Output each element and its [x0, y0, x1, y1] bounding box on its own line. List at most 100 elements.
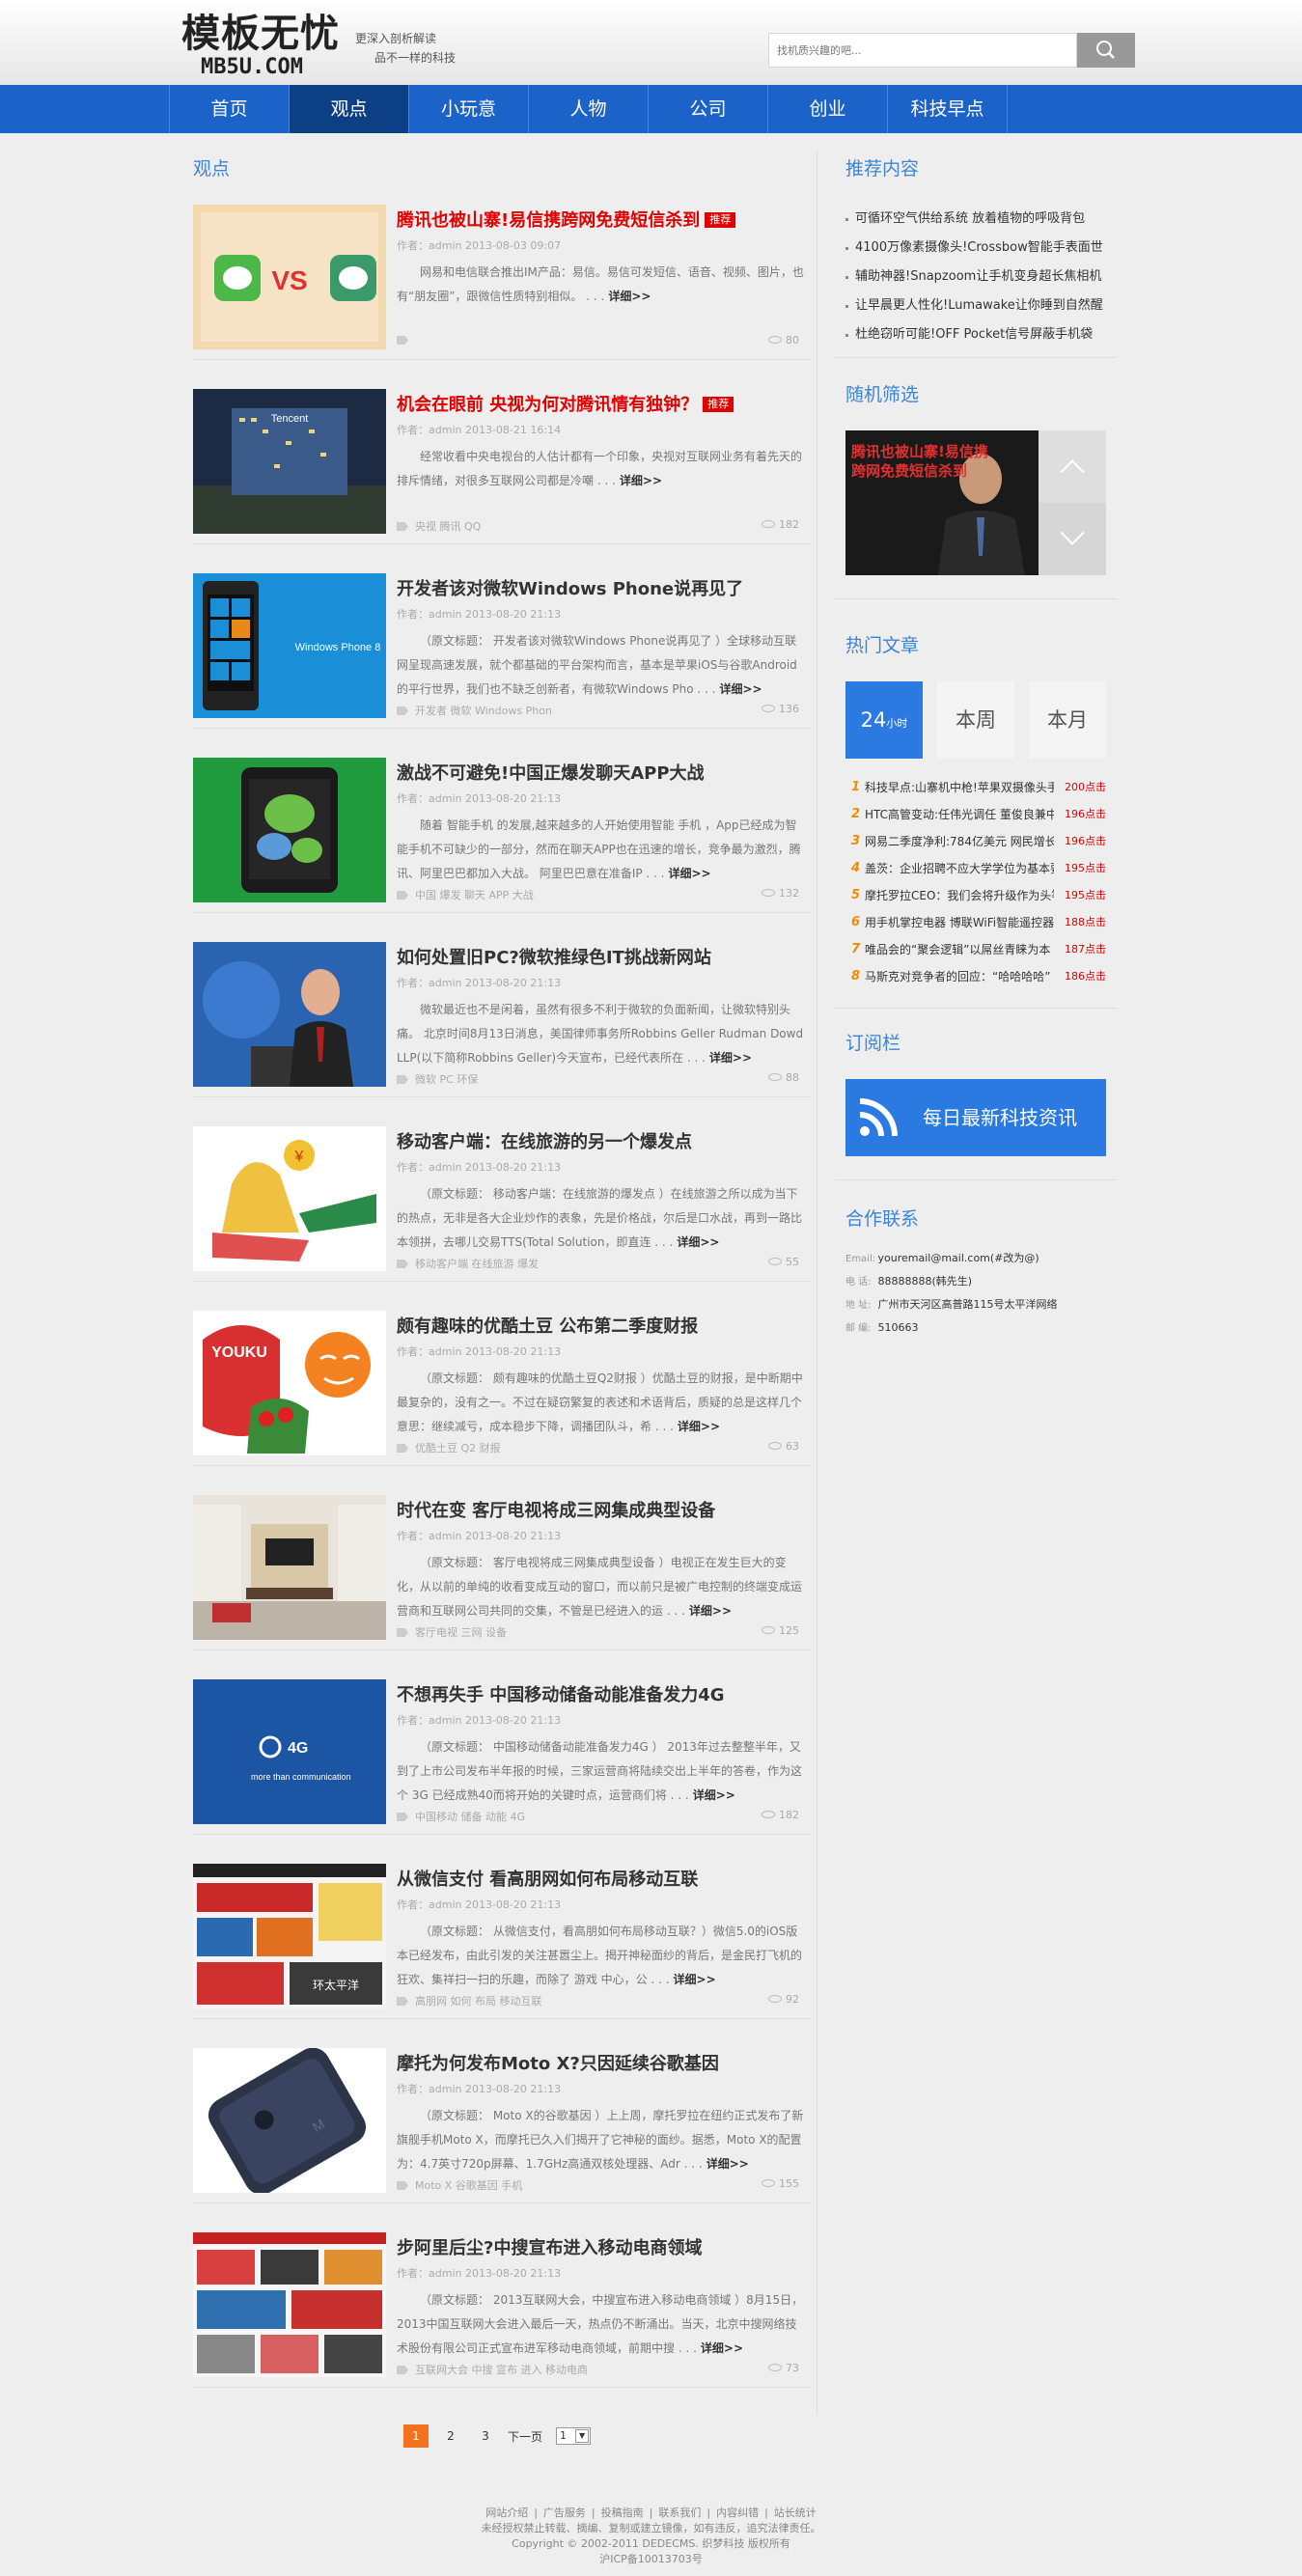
list-item[interactable]: 8 马斯克对竞争者的回应：“哈哈哈哈” 186点击 [845, 964, 1106, 991]
article-tags[interactable]: 中国移动 储备 动能 4G [415, 1811, 525, 1823]
article-title[interactable]: 颇有趣味的优酷土豆 公布第二季度财报 [397, 1313, 698, 1338]
article-thumbnail[interactable]: M [193, 2048, 386, 2193]
article-title-text[interactable]: 机会在眼前 央视为何对腾讯情有独钟？ [397, 395, 698, 415]
tab-month[interactable]: 本月 [1029, 681, 1106, 759]
footer-link[interactable]: 投稿指南 [601, 2507, 644, 2519]
read-more-link[interactable]: 详细>> [701, 2341, 743, 2355]
page-3-link[interactable]: 3 [473, 2424, 498, 2448]
page-1-link[interactable]: 1 [403, 2424, 429, 2448]
list-item[interactable]: 5 摩托罗拉CEO：我们会将升级作为头等大事 195点击 [845, 883, 1106, 910]
list-item[interactable]: 2 HTC高管变动:任伟光调任 董俊良兼中国区总裁 196点击 [845, 802, 1106, 829]
read-more-link[interactable]: 详细>> [689, 1604, 732, 1618]
nav-item-home[interactable]: 首页 [170, 85, 290, 133]
footer-link[interactable]: 网站介绍 [485, 2507, 528, 2519]
scroll-up-button[interactable] [1039, 430, 1106, 503]
list-item[interactable]: 杜绝窃听可能!OFF Pocket信号屏蔽手机袋 [845, 322, 1106, 351]
hot-article-title[interactable]: 科技早点:山寨机中枪!苹果双摄像头手机曝光 [865, 775, 1054, 800]
article-tags[interactable]: 高朋网 如何 布局 移动互联 [415, 1995, 542, 2008]
article-thumbnail[interactable]: 4G more than communication [193, 1679, 386, 1824]
article-tags[interactable]: 移动客户端 在线旅游 爆发 [415, 1258, 539, 1270]
logo-english[interactable]: MB5U.COM [201, 56, 303, 79]
article-thumbnail[interactable] [193, 758, 386, 902]
list-item[interactable]: 6 用手机掌控电器 博联WiFi智能遥控器发布 188点击 [845, 910, 1106, 937]
article-title[interactable]: 开发者该对微软Windows Phone说再见了 [397, 575, 743, 600]
article-tags[interactable]: 互联网大会 中搜 宣布 进入 移动电商 [415, 2364, 588, 2376]
footer-link[interactable]: 广告服务 [543, 2507, 586, 2519]
read-more-link[interactable]: 详细>> [620, 474, 662, 487]
list-item[interactable]: 可循环空气供给系统 放着植物的呼吸背包 [845, 207, 1106, 235]
article-thumbnail[interactable] [193, 2232, 386, 2377]
article-title[interactable]: 步阿里后尘?中搜宣布进入移动电商领域 [397, 2234, 702, 2259]
article-tags[interactable]: 客厅电视 三网 设备 [415, 1626, 507, 1639]
footer-link[interactable]: 站长统计 [774, 2507, 817, 2519]
list-item[interactable]: 辅助神器!Snapzoom让手机变身超长焦相机 [845, 264, 1106, 293]
article-tags[interactable]: 优酷土豆 Q2 财报 [415, 1442, 501, 1454]
article-title[interactable]: 时代在变 客厅电视将成三网集成典型设备 [397, 1497, 715, 1522]
article-thumbnail[interactable] [193, 942, 386, 1087]
article-thumbnail[interactable]: 环太平洋 [193, 1864, 386, 2008]
article-tags[interactable]: 开发者 微软 Windows Phon [415, 705, 552, 717]
article-title[interactable]: 如何处置旧PC?微软推绿色IT挑战新网站 [397, 944, 711, 969]
logo-chinese[interactable]: 模板无忧 [181, 12, 340, 56]
nav-item-gadgets[interactable]: 小玩意 [409, 85, 529, 133]
list-item[interactable]: 7 唯品会的“聚会逻辑”以屌丝青睐为本 187点击 [845, 937, 1106, 964]
nav-item-people[interactable]: 人物 [529, 85, 649, 133]
read-more-link[interactable]: 详细>> [719, 682, 762, 696]
tab-24h[interactable]: 24小时 [845, 681, 923, 759]
read-more-link[interactable]: 详细>> [709, 1051, 752, 1065]
article-thumbnail[interactable]: ¥ [193, 1126, 386, 1271]
footer-icp[interactable]: 沪ICP备10013703号 [0, 2552, 1302, 2567]
contact-email[interactable]: youremail@mail.com(#改为@) [878, 1252, 1039, 1264]
list-item[interactable]: 1 科技早点:山寨机中枪!苹果双摄像头手机曝光 200点击 [845, 775, 1106, 802]
read-more-link[interactable]: 详细>> [706, 2157, 749, 2171]
hot-article-title[interactable]: 马斯克对竞争者的回应：“哈哈哈哈” [865, 964, 1054, 989]
article-tags[interactable]: 中国 爆发 聊天 APP 大战 [415, 889, 534, 901]
list-item[interactable]: 让早晨更人性化!Lumawake让你睡到自然醒 [845, 293, 1106, 322]
read-more-link[interactable]: 详细>> [678, 1420, 720, 1433]
list-item[interactable]: 4100万像素摄像头!Crossbow智能手表面世 [845, 235, 1106, 264]
random-article-caption[interactable]: 腾讯也被山寨!易信携跨网免费短信杀到 [851, 442, 996, 481]
hot-article-title[interactable]: 唯品会的“聚会逻辑”以屌丝青睐为本 [865, 937, 1054, 962]
hot-article-title[interactable]: 用手机掌控电器 博联WiFi智能遥控器发布 [865, 910, 1054, 935]
read-more-link[interactable]: 详细>> [608, 290, 651, 303]
article-thumbnail[interactable]: YOUKU [193, 1311, 386, 1455]
search-input[interactable] [768, 33, 1077, 68]
article-thumbnail[interactable]: Tencent [193, 389, 386, 534]
article-title[interactable]: 移动客户端：在线旅游的另一个爆发点 [397, 1128, 692, 1153]
next-page-link[interactable]: 下一页 [508, 2428, 542, 2445]
article-title[interactable]: 从微信支付 看高朋网如何布局移动互联 [397, 1866, 698, 1891]
hot-article-title[interactable]: 摩托罗拉CEO：我们会将升级作为头等大事 [865, 883, 1054, 908]
page-2-link[interactable]: 2 [438, 2424, 463, 2448]
article-title[interactable]: 机会在眼前 央视为何对腾讯情有独钟？ 推荐 [397, 391, 734, 416]
list-item[interactable]: 4 盖茨：企业招聘不应大学学位为基本要求 195点击 [845, 856, 1106, 883]
read-more-link[interactable]: 详细>> [668, 867, 710, 880]
article-title[interactable]: 摩托为何发布Moto X?只因延续谷歌基因 [397, 2050, 719, 2075]
tab-week[interactable]: 本周 [937, 681, 1014, 759]
footer-link[interactable]: 内容纠错 [716, 2507, 759, 2519]
nav-item-tech-morning[interactable]: 科技早点 [888, 85, 1008, 133]
article-thumbnail[interactable] [193, 1495, 386, 1640]
scroll-down-button[interactable] [1039, 503, 1106, 575]
footer-link[interactable]: 联系我们 [658, 2507, 701, 2519]
hot-article-title[interactable]: 网易二季度净利:784亿美元 网民增长放缓 [865, 829, 1054, 854]
article-tags[interactable]: 央视 腾讯 QQ [415, 520, 481, 533]
article-thumbnail[interactable]: Windows Phone 8 [193, 573, 386, 718]
subscribe-button[interactable]: 每日最新科技资讯 [845, 1079, 1106, 1156]
random-article-image[interactable]: 腾讯也被山寨!易信携跨网免费短信杀到 [845, 430, 1039, 575]
hot-article-title[interactable]: HTC高管变动:任伟光调任 董俊良兼中国区总裁 [865, 802, 1054, 827]
nav-item-company[interactable]: 公司 [649, 85, 768, 133]
article-tags[interactable]: 微软 PC 环保 [415, 1073, 478, 1086]
page-select[interactable]: 1 ▼ [556, 2427, 592, 2445]
article-title[interactable]: 激战不可避免!中国正爆发聊天APP大战 [397, 760, 705, 785]
nav-item-startup[interactable]: 创业 [768, 85, 888, 133]
read-more-link[interactable]: 详细>> [693, 1788, 735, 1802]
list-item[interactable]: 3 网易二季度净利:784亿美元 网民增长放缓 196点击 [845, 829, 1106, 856]
nav-item-viewpoint[interactable]: 观点 [290, 85, 409, 133]
read-more-link[interactable]: 详细>> [674, 1973, 716, 1986]
article-title-text[interactable]: 腾讯也被山寨!易信携跨网免费短信杀到 [397, 210, 700, 231]
read-more-link[interactable]: 详细>> [677, 1235, 719, 1249]
article-title[interactable]: 不想再失手 中国移动储备动能准备发力4G [397, 1681, 725, 1706]
hot-article-title[interactable]: 盖茨：企业招聘不应大学学位为基本要求 [865, 856, 1054, 881]
article-tags[interactable]: Moto X 谷歌基因 手机 [415, 2179, 522, 2192]
article-title[interactable]: 腾讯也被山寨!易信携跨网免费短信杀到 推荐 [397, 207, 736, 232]
